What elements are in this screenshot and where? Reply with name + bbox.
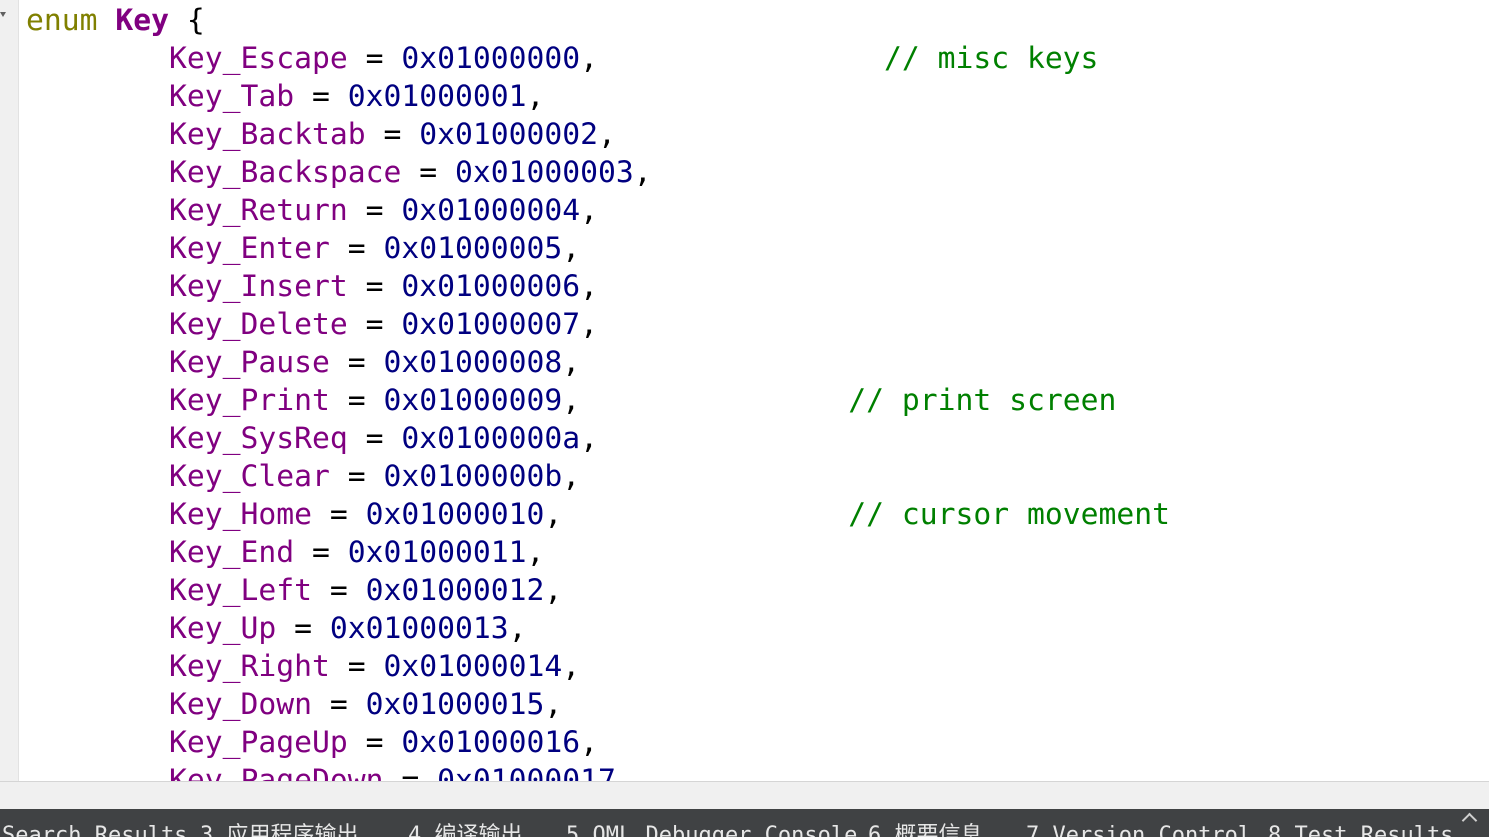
code-line-entry: Key_Delete = 0x01000007, bbox=[169, 307, 598, 342]
enum-entry-name: Key_Backtab bbox=[169, 117, 366, 152]
enum-entry-name: Key_End bbox=[169, 535, 295, 570]
enum-entry-name: Key_Print bbox=[169, 383, 330, 418]
code-line-entry: Key_Up = 0x01000013, bbox=[169, 611, 527, 646]
code-line-entry: Key_End = 0x01000011, bbox=[169, 535, 545, 570]
code-line-entry: Key_PageDown = 0x01000017, bbox=[26, 762, 634, 781]
enum-entry-name: Key_Home bbox=[169, 497, 312, 532]
enum-entry-value: 0x01000006 bbox=[401, 269, 581, 304]
output-pane-tabs: Search Results 3 应用程序输出 4 编译输出 5 QML Debugg… bbox=[0, 809, 1489, 837]
code-line-entry: Key_Backspace = 0x01000003, bbox=[169, 155, 652, 190]
enum-entry-name: Key_Delete bbox=[169, 307, 348, 342]
enum-entry-value: 0x01000000 bbox=[401, 41, 581, 76]
horizontal-scrollbar[interactable] bbox=[0, 781, 1489, 810]
enum-entry-value: 0x01000015 bbox=[365, 687, 545, 722]
open-brace: { bbox=[186, 3, 205, 38]
fold-arrow-icon[interactable] bbox=[0, 12, 6, 17]
output-tab[interactable]: 6 概要信息 bbox=[868, 822, 983, 837]
code-line-entry: Key_Right = 0x01000014, bbox=[169, 649, 581, 684]
enum-entry-value: 0x01000016 bbox=[401, 725, 581, 760]
enum-entry-name: Key_Down bbox=[169, 687, 312, 722]
enum-entry-value: 0x01000010 bbox=[365, 497, 545, 532]
enum-entry-name: Key_Left bbox=[169, 573, 312, 608]
code-line-entry: Key_Pause = 0x01000008, bbox=[169, 345, 581, 380]
output-tab[interactable]: 7 Version Control bbox=[1026, 822, 1251, 837]
enum-entry-name: Key_Backspace bbox=[169, 155, 402, 190]
output-tab[interactable]: 3 应用程序输出 bbox=[200, 822, 359, 837]
enum-entry-name: Key_Return bbox=[169, 193, 348, 228]
code-line-entry: Key_Down = 0x01000015, bbox=[169, 687, 563, 722]
code-line-entry: Key_Return = 0x01000004, bbox=[169, 193, 598, 228]
code-line-entry: Key_Home = 0x01000010, // cursor movemen… bbox=[169, 497, 1170, 532]
chevron-up-icon[interactable] bbox=[1461, 812, 1478, 829]
enum-entry-value: 0x01000009 bbox=[383, 383, 563, 418]
enum-entry-name: Key_Escape bbox=[169, 41, 348, 76]
code-line-entry: Key_PageUp = 0x01000016, bbox=[169, 725, 598, 760]
enum-entry-value: 0x01000001 bbox=[347, 79, 527, 114]
enum-entry-value: 0x01000004 bbox=[401, 193, 581, 228]
output-tab[interactable]: 8 Test Results bbox=[1268, 822, 1453, 837]
code-line-entry: Key_Clear = 0x0100000b, bbox=[169, 459, 581, 494]
enum-entry-value: 0x01000013 bbox=[329, 611, 509, 646]
enum-entry-name: Key_Tab bbox=[169, 79, 295, 114]
enum-entry-value: 0x01000008 bbox=[383, 345, 563, 380]
enum-entry-value: 0x01000017 bbox=[437, 763, 616, 781]
enum-entry-name: Key_Enter bbox=[169, 231, 330, 266]
code-comment: // print screen bbox=[848, 383, 1117, 418]
enum-entry-name: Key_Clear bbox=[169, 459, 330, 494]
code-comment: // misc keys bbox=[883, 41, 1099, 76]
code-comment: // cursor movement bbox=[848, 497, 1170, 532]
enum-entry-value: 0x01000011 bbox=[347, 535, 527, 570]
enum-entry-name: Key_Pause bbox=[169, 345, 330, 380]
enum-entry-value: 0x0100000a bbox=[401, 421, 581, 456]
code-editor[interactable]: enum Key { Key_Escape = 0x01000000, // m… bbox=[0, 0, 1489, 781]
editor-gutter[interactable] bbox=[0, 0, 19, 781]
enum-keyword: enum bbox=[26, 3, 98, 38]
enum-entry-name: Key_Up bbox=[169, 611, 277, 646]
code-line-entry: Key_Print = 0x01000009, // print screen bbox=[169, 383, 1117, 418]
enum-entry-value: 0x01000014 bbox=[383, 649, 563, 684]
code-line-entry: Key_Escape = 0x01000000, // misc keys bbox=[169, 41, 1099, 76]
code-line-entry: Key_SysReq = 0x0100000a, bbox=[169, 421, 598, 456]
enum-entry-value: 0x0100000b bbox=[383, 459, 563, 494]
enum-entry-name: Key_PageUp bbox=[169, 725, 348, 760]
output-tab[interactable]: Search Results bbox=[2, 822, 187, 837]
enum-entry-name: Key_Right bbox=[169, 649, 330, 684]
code-line-entry: Key_Tab = 0x01000001, bbox=[169, 79, 545, 114]
enum-entry-name: Key_Insert bbox=[169, 269, 348, 304]
enum-entry-name: Key_SysReq bbox=[169, 421, 348, 456]
output-tab[interactable]: 4 编译输出 bbox=[408, 822, 523, 837]
code-line-entry: Key_Enter = 0x01000005, bbox=[169, 231, 581, 266]
enum-entry-value: 0x01000012 bbox=[365, 573, 545, 608]
code-line-entry: Key_Insert = 0x01000006, bbox=[169, 269, 598, 304]
enum-entry-name: Key_PageDown bbox=[169, 763, 384, 781]
enum-entry-value: 0x01000003 bbox=[454, 155, 634, 190]
enum-entry-value: 0x01000007 bbox=[401, 307, 581, 342]
enum-name: Key bbox=[115, 3, 169, 38]
output-tab[interactable]: 5 QML Debugger Console bbox=[566, 822, 857, 837]
code-line-entry: Key_Backtab = 0x01000002, bbox=[169, 117, 616, 152]
enum-entry-value: 0x01000005 bbox=[383, 231, 563, 266]
enum-entry-value: 0x01000002 bbox=[419, 117, 598, 152]
code-line-entry: Key_Left = 0x01000012, bbox=[169, 573, 563, 608]
code-line-enum: enum Key { bbox=[26, 2, 205, 40]
